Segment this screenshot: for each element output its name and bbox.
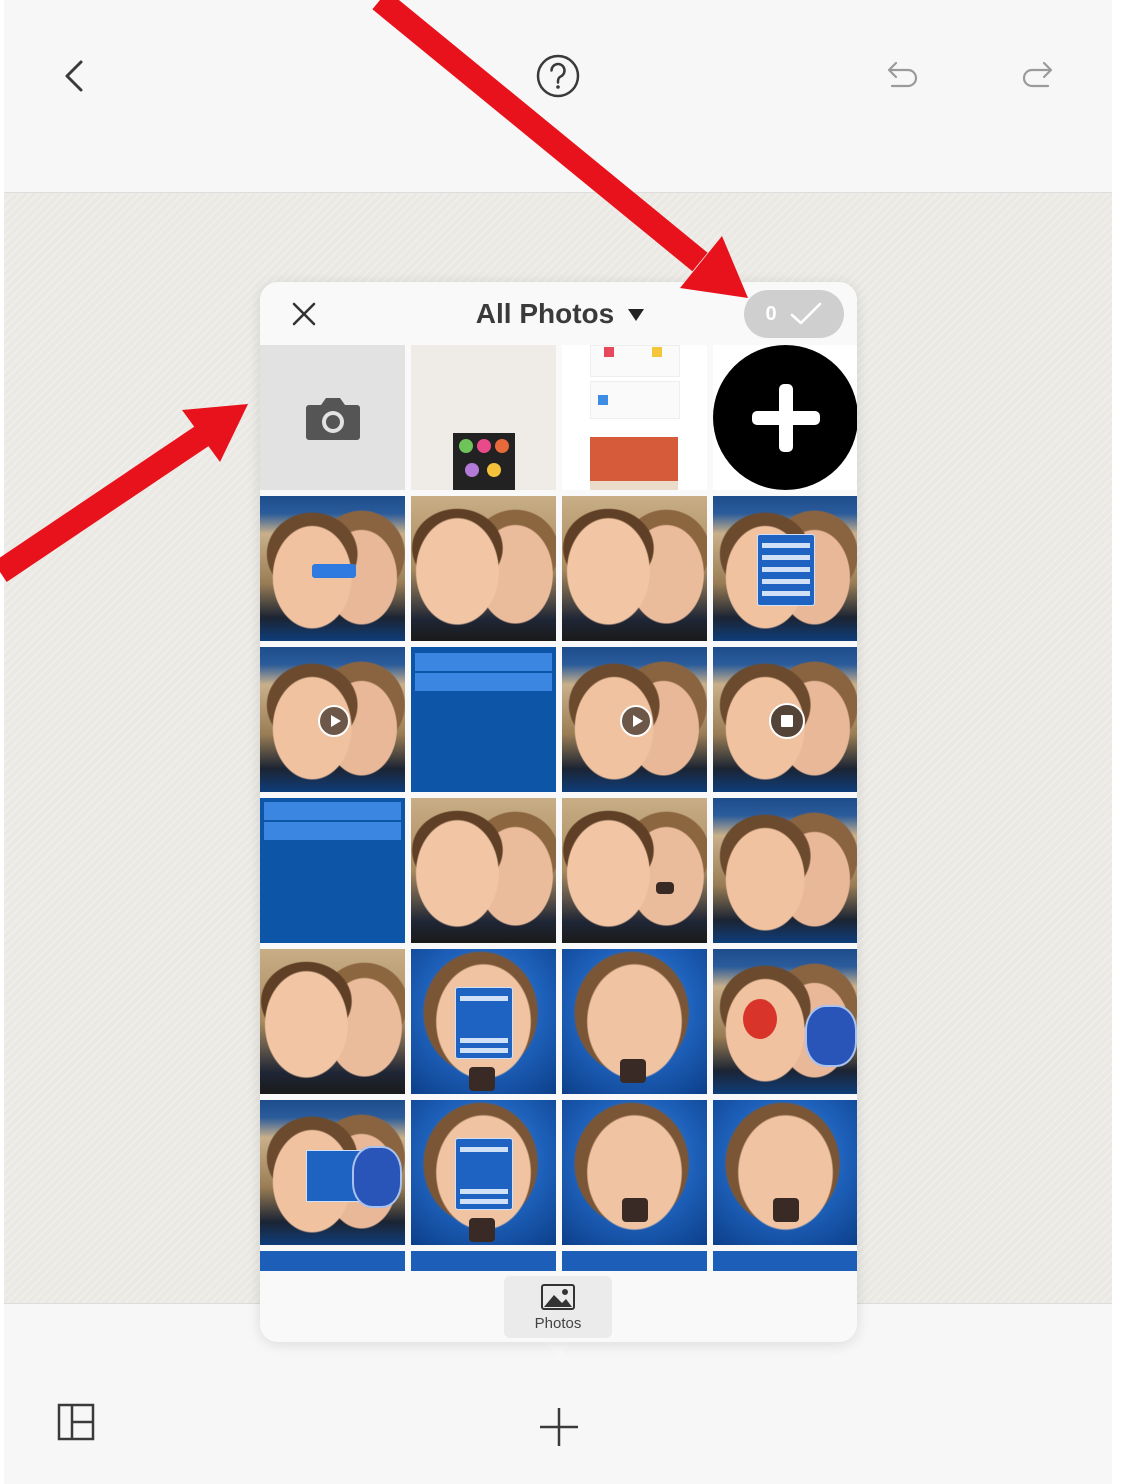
photo-thumbnail[interactable] bbox=[260, 1100, 405, 1245]
add-photo-tile[interactable] bbox=[713, 345, 857, 490]
video-thumbnail[interactable] bbox=[260, 647, 405, 792]
checkmark-icon bbox=[790, 302, 821, 325]
photo-thumbnail[interactable] bbox=[411, 949, 556, 1094]
chevron-left-icon bbox=[65, 60, 83, 92]
photo-thumbnail[interactable] bbox=[411, 345, 556, 490]
photo-thumbnail[interactable] bbox=[562, 1100, 707, 1245]
photo-thumbnail[interactable] bbox=[411, 1251, 556, 1271]
photo-thumbnail[interactable] bbox=[713, 496, 857, 641]
dialog-screenshot bbox=[455, 987, 513, 1059]
photo-thumbnail[interactable] bbox=[411, 496, 556, 641]
photo-picker-popover: All Photos 0 Photos bbox=[260, 282, 857, 1342]
photos-tab[interactable]: Photos bbox=[504, 1276, 612, 1338]
video-thumbnail[interactable] bbox=[562, 647, 707, 792]
photos-tab-label: Photos bbox=[534, 1314, 582, 1332]
photo-thumbnail[interactable] bbox=[411, 1100, 556, 1245]
photo-thumbnail[interactable] bbox=[713, 949, 857, 1094]
photo-thumbnail[interactable] bbox=[713, 1100, 857, 1245]
add-button[interactable] bbox=[534, 1402, 584, 1452]
play-icon bbox=[620, 705, 652, 737]
photo-thumbnail[interactable] bbox=[713, 1251, 857, 1271]
layout-button[interactable] bbox=[54, 1400, 98, 1444]
popover-pointer bbox=[545, 1341, 573, 1359]
selected-count: 0 bbox=[765, 302, 777, 325]
play-icon bbox=[318, 705, 350, 737]
back-button[interactable] bbox=[44, 46, 104, 106]
close-button[interactable] bbox=[286, 296, 322, 332]
picker-footer: Photos bbox=[260, 1271, 857, 1342]
add-circle bbox=[713, 345, 857, 490]
album-title: All Photos bbox=[475, 298, 615, 329]
top-toolbar bbox=[4, 0, 1112, 193]
photo-thumbnail[interactable] bbox=[260, 496, 405, 641]
photo-thumbnail[interactable] bbox=[411, 798, 556, 943]
camera-tile[interactable] bbox=[260, 345, 405, 490]
layout-grid-icon bbox=[57, 1403, 95, 1441]
confirm-selection-button[interactable]: 0 bbox=[744, 290, 844, 338]
help-button[interactable] bbox=[528, 46, 588, 106]
question-circle-icon bbox=[536, 54, 580, 98]
photo-thumbnail[interactable] bbox=[260, 1251, 405, 1271]
photo-thumbnail[interactable] bbox=[713, 798, 857, 943]
photo-thumbnail[interactable] bbox=[562, 496, 707, 641]
redo-button[interactable] bbox=[1008, 46, 1068, 106]
image-icon bbox=[541, 1283, 575, 1310]
undo-button[interactable] bbox=[872, 46, 932, 106]
dialog-screenshot bbox=[757, 534, 815, 606]
close-icon bbox=[292, 302, 316, 326]
photo-grid bbox=[260, 345, 857, 1271]
caret-down-icon bbox=[628, 309, 645, 321]
photo-thumbnail[interactable] bbox=[562, 949, 707, 1094]
plus-icon bbox=[751, 383, 820, 452]
picker-header: All Photos 0 bbox=[260, 282, 857, 345]
undo-icon bbox=[887, 61, 918, 88]
camera-icon bbox=[305, 397, 360, 440]
video-thumbnail[interactable] bbox=[713, 647, 857, 792]
photo-thumbnail[interactable] bbox=[260, 949, 405, 1094]
dialog-screenshot bbox=[455, 1138, 513, 1210]
redo-icon bbox=[1022, 61, 1053, 88]
photo-thumbnail[interactable] bbox=[260, 798, 405, 943]
photo-thumbnail[interactable] bbox=[562, 798, 707, 943]
app-icons-screenshot bbox=[453, 433, 515, 490]
album-selector[interactable]: All Photos bbox=[460, 296, 660, 332]
stop-icon bbox=[769, 703, 805, 739]
photo-thumbnail[interactable] bbox=[562, 1251, 707, 1271]
photo-thumbnail[interactable] bbox=[562, 345, 707, 490]
plus-icon bbox=[540, 1408, 578, 1446]
photo-thumbnail[interactable] bbox=[411, 647, 556, 792]
